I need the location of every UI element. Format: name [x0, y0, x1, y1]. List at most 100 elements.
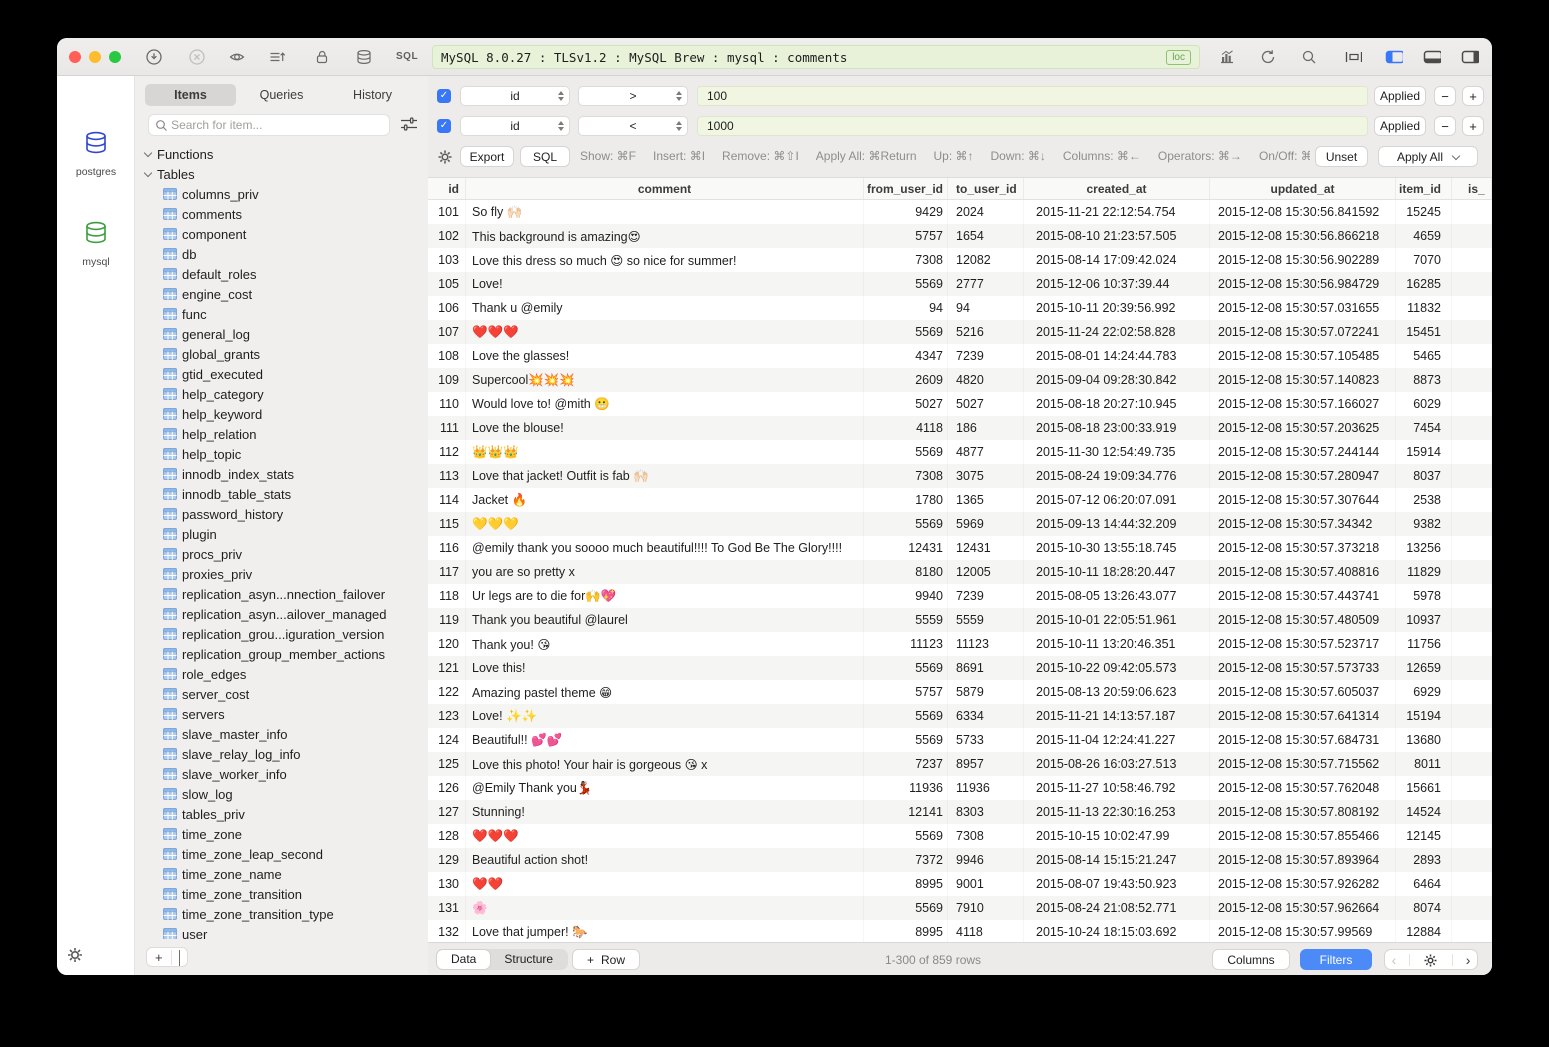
- add-item-button[interactable]: +: [147, 950, 172, 965]
- cell-from-user-id[interactable]: 9429: [864, 200, 948, 224]
- cell-from-user-id[interactable]: 1780: [864, 488, 948, 512]
- cell-id[interactable]: 121: [428, 656, 466, 680]
- cell-is[interactable]: [1452, 440, 1492, 464]
- cell-is[interactable]: [1452, 776, 1492, 800]
- cell-is[interactable]: [1452, 920, 1492, 942]
- cell-item-id[interactable]: 8873: [1396, 368, 1452, 392]
- cell-created-at[interactable]: 2015-08-24 21:08:52.771: [1024, 896, 1210, 920]
- cell-to-user-id[interactable]: 7308: [948, 824, 1024, 848]
- cell-created-at[interactable]: 2015-10-15 10:02:47.99: [1024, 824, 1210, 848]
- cell-to-user-id[interactable]: 8691: [948, 656, 1024, 680]
- filters-button[interactable]: Filters: [1300, 949, 1372, 970]
- cell-comment[interactable]: 💛💛💛: [466, 512, 864, 536]
- cell-from-user-id[interactable]: 5569: [864, 704, 948, 728]
- group-tables[interactable]: Tables: [135, 164, 428, 184]
- cell-id[interactable]: 129: [428, 848, 466, 872]
- column-header-item-id[interactable]: item_id: [1396, 178, 1452, 199]
- table-row[interactable]: 122Amazing pastel theme 😁575758792015-08…: [428, 680, 1492, 704]
- cell-updated-at[interactable]: 2015-12-08 15:30:57.605037: [1210, 680, 1396, 704]
- remove-filter-button[interactable]: −: [1434, 86, 1456, 106]
- cell-comment[interactable]: Love that jumper! 🐎: [466, 920, 864, 942]
- cell-is[interactable]: [1452, 680, 1492, 704]
- table-row[interactable]: 103Love this dress so much 😍 so nice for…: [428, 248, 1492, 272]
- cell-item-id[interactable]: 12659: [1396, 656, 1452, 680]
- cell-created-at[interactable]: 2015-08-05 13:26:43.077: [1024, 584, 1210, 608]
- cell-item-id[interactable]: 8011: [1396, 752, 1452, 776]
- table-row[interactable]: 107❤️❤️❤️556952162015-11-24 22:02:58.828…: [428, 320, 1492, 344]
- cell-comment[interactable]: ❤️❤️❤️: [466, 320, 864, 344]
- cell-updated-at[interactable]: 2015-12-08 15:30:56.841592: [1210, 200, 1396, 224]
- cell-updated-at[interactable]: 2015-12-08 15:30:57.926282: [1210, 872, 1396, 896]
- toggle-bottom-panel-icon[interactable]: [1423, 48, 1441, 66]
- sidebar-item-slave_master_info[interactable]: slave_master_info: [135, 724, 428, 744]
- search-input[interactable]: [171, 118, 383, 132]
- table-row[interactable]: 106Thank u @emily94942015-10-11 20:39:56…: [428, 296, 1492, 320]
- cell-id[interactable]: 113: [428, 464, 466, 488]
- cell-is[interactable]: [1452, 320, 1492, 344]
- cell-created-at[interactable]: 2015-08-18 23:00:33.919: [1024, 416, 1210, 440]
- cell-id[interactable]: 103: [428, 248, 466, 272]
- sidebar-item-plugin[interactable]: plugin: [135, 524, 428, 544]
- cell-to-user-id[interactable]: 1365: [948, 488, 1024, 512]
- cell-item-id[interactable]: 7454: [1396, 416, 1452, 440]
- sidebar-item-global_grants[interactable]: global_grants: [135, 344, 428, 364]
- cell-item-id[interactable]: 6464: [1396, 872, 1452, 896]
- cell-comment[interactable]: 🌸: [466, 896, 864, 920]
- cell-item-id[interactable]: 10937: [1396, 608, 1452, 632]
- cell-comment[interactable]: Thank you! 😘: [466, 632, 864, 656]
- apply-all-button[interactable]: Apply All: [1378, 146, 1478, 167]
- sidebar-item-general_log[interactable]: general_log: [135, 324, 428, 344]
- filter-field-select[interactable]: id: [460, 116, 570, 136]
- sidebar-item-gtid_executed[interactable]: gtid_executed: [135, 364, 428, 384]
- sidebar-item-help_keyword[interactable]: help_keyword: [135, 404, 428, 424]
- column-header-updated-at[interactable]: updated_at: [1210, 178, 1396, 199]
- cell-is[interactable]: [1452, 584, 1492, 608]
- cell-created-at[interactable]: 2015-10-11 18:28:20.447: [1024, 560, 1210, 584]
- table-row[interactable]: 101So fly 🙌🏻942920242015-11-21 22:12:54.…: [428, 200, 1492, 224]
- cell-item-id[interactable]: 11829: [1396, 560, 1452, 584]
- cell-is[interactable]: [1452, 728, 1492, 752]
- cell-from-user-id[interactable]: 11123: [864, 632, 948, 656]
- cell-item-id[interactable]: 6929: [1396, 680, 1452, 704]
- cell-updated-at[interactable]: 2015-12-08 15:30:57.808192: [1210, 800, 1396, 824]
- table-row[interactable]: 132Love that jumper! 🐎899541182015-10-24…: [428, 920, 1492, 942]
- table-row[interactable]: 114Jacket 🔥178013652015-07-12 06:20:07.0…: [428, 488, 1492, 512]
- cell-is[interactable]: [1452, 512, 1492, 536]
- cell-updated-at[interactable]: 2015-12-08 15:30:57.34342: [1210, 512, 1396, 536]
- cell-to-user-id[interactable]: 5559: [948, 608, 1024, 632]
- sidebar-item-help_topic[interactable]: help_topic: [135, 444, 428, 464]
- cell-id[interactable]: 122: [428, 680, 466, 704]
- cell-to-user-id[interactable]: 2777: [948, 272, 1024, 296]
- sidebar-item-db[interactable]: db: [135, 244, 428, 264]
- cell-comment[interactable]: ❤️❤️: [466, 872, 864, 896]
- cell-from-user-id[interactable]: 2609: [864, 368, 948, 392]
- cell-item-id[interactable]: 16285: [1396, 272, 1452, 296]
- sidebar-item-replication_asynailover_managed[interactable]: replication_asyn...ailover_managed: [135, 604, 428, 624]
- settings-gear-icon[interactable]: [65, 945, 85, 965]
- filter-settings-gear-icon[interactable]: [436, 148, 454, 166]
- cell-updated-at[interactable]: 2015-12-08 15:30:57.962664: [1210, 896, 1396, 920]
- table-row[interactable]: 128❤️❤️❤️556973082015-10-15 10:02:47.992…: [428, 824, 1492, 848]
- tab-history[interactable]: History: [327, 84, 418, 106]
- cell-created-at[interactable]: 2015-12-06 10:37:39.44: [1024, 272, 1210, 296]
- cell-created-at[interactable]: 2015-10-11 20:39:56.992: [1024, 296, 1210, 320]
- cell-to-user-id[interactable]: 11123: [948, 632, 1024, 656]
- sidebar-item-user[interactable]: user: [135, 924, 428, 939]
- cell-comment[interactable]: Love the glasses!: [466, 344, 864, 368]
- table-row[interactable]: 121Love this!556986912015-10-22 09:42:05…: [428, 656, 1492, 680]
- close-window-button[interactable]: [69, 51, 81, 63]
- connect-icon[interactable]: [145, 48, 163, 66]
- sql-editor-icon[interactable]: SQL: [396, 51, 418, 62]
- cell-from-user-id[interactable]: 94: [864, 296, 948, 320]
- cell-to-user-id[interactable]: 7239: [948, 344, 1024, 368]
- cell-to-user-id[interactable]: 5216: [948, 320, 1024, 344]
- filter-sliders-icon[interactable]: [400, 116, 418, 134]
- cell-from-user-id[interactable]: 12431: [864, 536, 948, 560]
- cell-id[interactable]: 125: [428, 752, 466, 776]
- tab-items[interactable]: Items: [145, 84, 236, 106]
- cell-id[interactable]: 118: [428, 584, 466, 608]
- cell-id[interactable]: 127: [428, 800, 466, 824]
- cell-from-user-id[interactable]: 5569: [864, 728, 948, 752]
- cell-from-user-id[interactable]: 5569: [864, 320, 948, 344]
- cell-item-id[interactable]: 5465: [1396, 344, 1452, 368]
